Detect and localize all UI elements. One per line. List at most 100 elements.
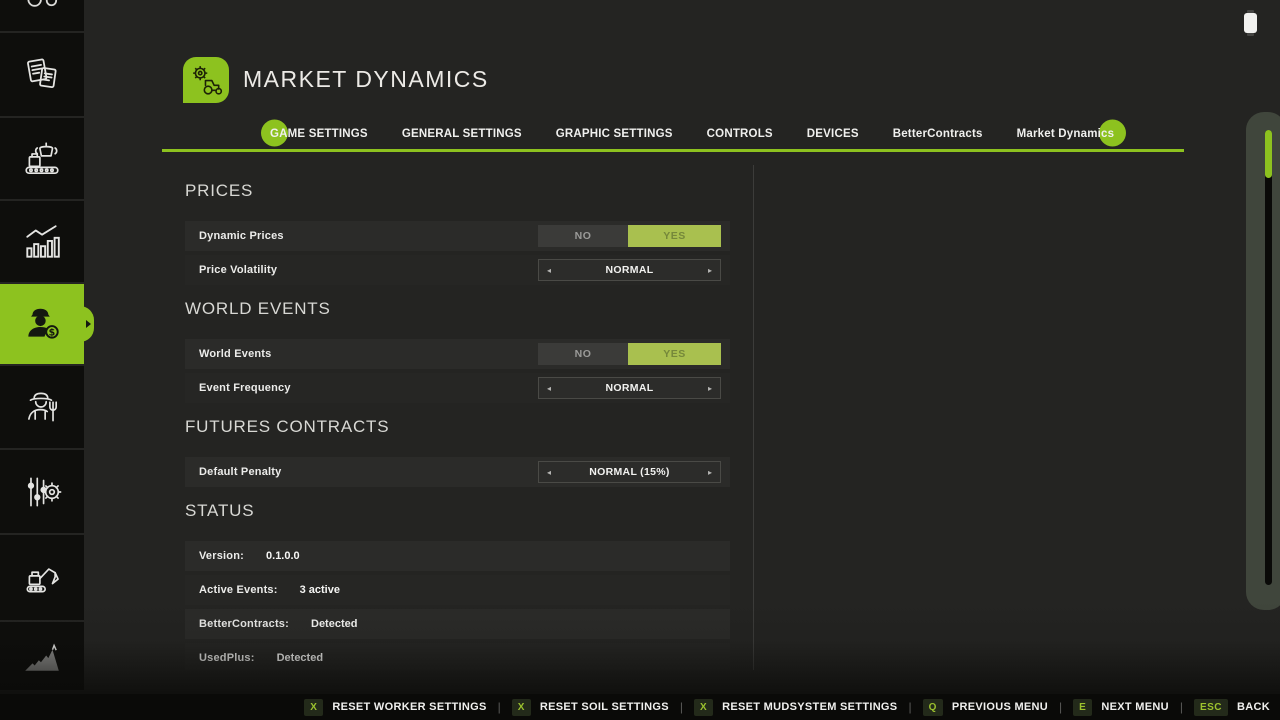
settings-panel: PRICES Dynamic Prices NO YES Price Volat… — [185, 165, 730, 670]
tab-general-settings[interactable]: GENERAL SETTINGS — [402, 124, 522, 142]
status-label: Version: — [199, 550, 244, 562]
section-title: PRICES — [185, 181, 730, 201]
key-hint-separator: | — [908, 700, 911, 714]
key-cap: X — [304, 699, 323, 716]
option-selector[interactable]: ◂ NORMAL ▸ — [538, 377, 721, 399]
arrow-right-icon[interactable]: ▸ — [700, 468, 720, 477]
toggle-no-button[interactable]: NO — [538, 225, 628, 247]
option-selector[interactable]: ◂ NORMAL (15%) ▸ — [538, 461, 721, 483]
tab-devices[interactable]: DEVICES — [807, 124, 859, 142]
sidebar-item-vehicle[interactable] — [0, 0, 84, 31]
key-hint-separator: | — [1059, 700, 1062, 714]
setting-label: Price Volatility — [199, 264, 277, 276]
tab-game-settings[interactable]: GAME SETTINGS — [270, 124, 368, 142]
controller-battery-icon — [1244, 13, 1257, 33]
sidebar-item-contracts[interactable] — [0, 33, 84, 116]
selector-value: NORMAL — [559, 264, 700, 276]
farmer-icon — [21, 386, 63, 428]
vehicle-icon — [21, 0, 63, 10]
setting-row: Event Frequency ◂ NORMAL ▸ — [185, 373, 730, 403]
arrow-left-icon[interactable]: ◂ — [539, 468, 559, 477]
toggle-yes-button[interactable]: YES — [628, 343, 721, 365]
key-hint-bar: X RESET WORKER SETTINGS | X RESET SOIL S… — [0, 694, 1280, 720]
toggle-yes-button[interactable]: YES — [628, 225, 721, 247]
setting-row: Price Volatility ◂ NORMAL ▸ — [185, 255, 730, 285]
settings-section: STATUS Version: 0.1.0.0 Active Events: 3… — [185, 501, 730, 670]
setting-label: World Events — [199, 348, 272, 360]
option-selector[interactable]: ◂ NORMAL ▸ — [538, 259, 721, 281]
setting-row: Default Penalty ◂ NORMAL (15%) ▸ — [185, 457, 730, 487]
section-title: STATUS — [185, 501, 730, 521]
toggle-no-button[interactable]: NO — [538, 343, 628, 365]
svg-text:$: $ — [49, 328, 56, 339]
arrow-left-icon[interactable]: ◂ — [539, 384, 559, 393]
key-cap: Q — [923, 699, 943, 716]
arrow-right-icon[interactable]: ▸ — [700, 266, 720, 275]
tuning-icon — [21, 471, 63, 513]
terrain-icon — [21, 635, 63, 677]
sidebar-item-farmer[interactable] — [0, 366, 84, 448]
key-cap: E — [1073, 699, 1092, 716]
sidebar: $ — [0, 0, 84, 694]
setting-label: Dynamic Prices — [199, 230, 284, 242]
sidebar-item-production[interactable] — [0, 118, 84, 199]
tab-controls[interactable]: CONTROLS — [707, 124, 773, 142]
status-value: Detected — [311, 618, 357, 630]
status-label: Active Events: — [199, 584, 278, 596]
key-hint-reset-worker-settings[interactable]: X RESET WORKER SETTINGS — [304, 699, 486, 716]
sidebar-item-statistics[interactable] — [0, 201, 84, 282]
tab-bettercontracts[interactable]: BetterContracts — [893, 124, 983, 142]
active-arrow-icon — [86, 320, 91, 328]
key-cap: ESC — [1194, 699, 1228, 716]
key-hint-separator: | — [498, 700, 501, 714]
setting-label: Event Frequency — [199, 382, 291, 394]
content-divider — [753, 165, 754, 670]
setting-row: World Events NO YES — [185, 339, 730, 369]
arrow-left-icon[interactable]: ◂ — [539, 266, 559, 275]
selector-value: NORMAL (15%) — [559, 466, 700, 478]
key-hint-previous-menu[interactable]: Q PREVIOUS MENU — [923, 699, 1048, 716]
settings-section: PRICES Dynamic Prices NO YES Price Volat… — [185, 181, 730, 285]
sidebar-item-market-dealer[interactable]: $ — [0, 284, 84, 364]
status-row: BetterContracts: Detected — [185, 609, 730, 639]
key-hint-next-menu[interactable]: E NEXT MENU — [1073, 699, 1169, 716]
status-row: Version: 0.1.0.0 — [185, 541, 730, 571]
scrollbar-track[interactable] — [1265, 130, 1272, 585]
sidebar-item-terrain[interactable] — [0, 622, 84, 690]
setting-row: Dynamic Prices NO YES — [185, 221, 730, 251]
settings-section: WORLD EVENTS World Events NO YES Event F… — [185, 299, 730, 403]
production-icon — [21, 138, 63, 180]
status-value: 3 active — [300, 584, 340, 596]
scrollbar-thumb[interactable] — [1265, 130, 1272, 178]
section-title: FUTURES CONTRACTS — [185, 417, 730, 437]
arrow-right-icon[interactable]: ▸ — [700, 384, 720, 393]
tab-underline — [162, 149, 1184, 152]
status-value: 0.1.0.0 — [266, 550, 300, 562]
sidebar-item-excavator[interactable] — [0, 535, 84, 620]
tab-bar: GAME SETTINGS GENERAL SETTINGS GRAPHIC S… — [270, 119, 1114, 146]
key-cap: X — [512, 699, 531, 716]
status-row: Active Events: 3 active — [185, 575, 730, 605]
statistics-icon — [21, 221, 63, 263]
yes-no-toggle: NO YES — [538, 225, 721, 247]
status-row: UsedPlus: Detected — [185, 643, 730, 670]
page-title: MARKET DYNAMICS — [243, 66, 489, 93]
key-hint-reset-mudsystem-settings[interactable]: X RESET MUDSYSTEM SETTINGS — [694, 699, 897, 716]
tab-graphic-settings[interactable]: GRAPHIC SETTINGS — [556, 124, 673, 142]
key-cap: X — [694, 699, 713, 716]
key-hint-separator: | — [680, 700, 683, 714]
market-dynamics-app-icon — [183, 57, 229, 103]
excavator-icon — [21, 557, 63, 599]
section-title: WORLD EVENTS — [185, 299, 730, 319]
sidebar-item-tuning[interactable] — [0, 450, 84, 533]
key-hint-separator: | — [1180, 700, 1183, 714]
tab-market-dynamics[interactable]: Market Dynamics — [1017, 124, 1115, 142]
yes-no-toggle: NO YES — [538, 343, 721, 365]
selector-value: NORMAL — [559, 382, 700, 394]
key-hint-reset-soil-settings[interactable]: X RESET SOIL SETTINGS — [512, 699, 669, 716]
setting-label: Default Penalty — [199, 466, 281, 478]
market-dealer-icon: $ — [21, 303, 63, 345]
status-label: UsedPlus: — [199, 652, 255, 664]
key-hint-back[interactable]: ESC BACK — [1194, 699, 1270, 716]
settings-section: FUTURES CONTRACTS Default Penalty ◂ NORM… — [185, 417, 730, 487]
